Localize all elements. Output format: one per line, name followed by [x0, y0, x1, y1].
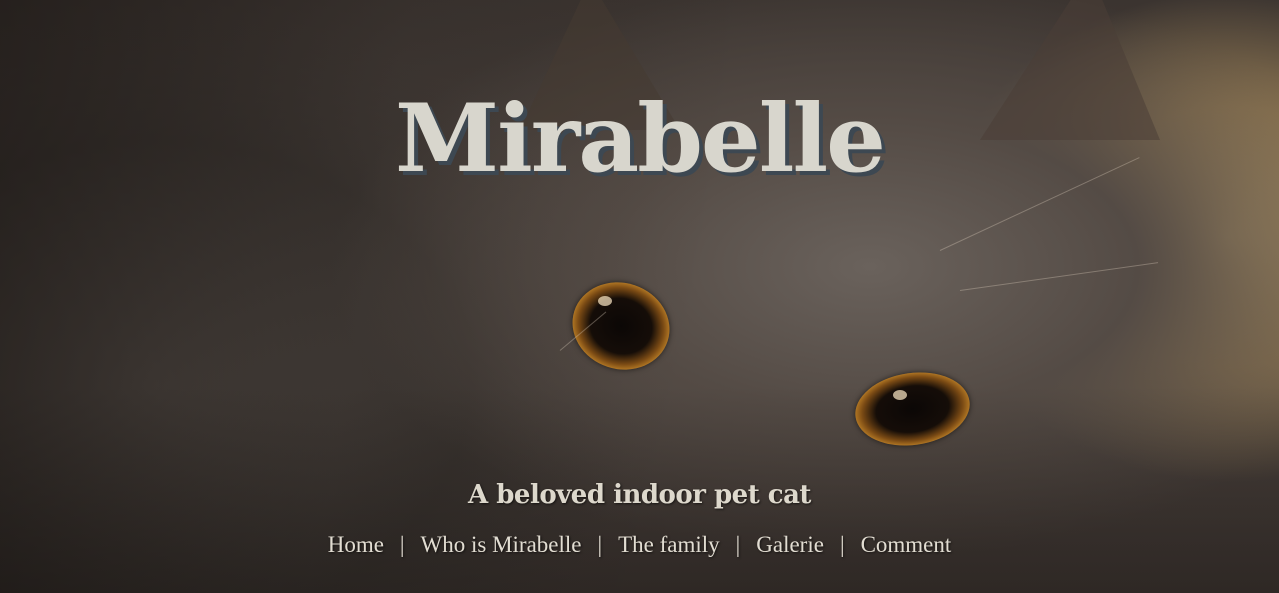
- nav-item-comment[interactable]: Comment: [861, 532, 952, 558]
- hero-header: Mirabelle A beloved indoor pet cat Home …: [0, 0, 1279, 593]
- nav-item-galerie[interactable]: Galerie: [756, 532, 824, 558]
- site-tagline: A beloved indoor pet cat: [468, 480, 811, 510]
- nav-item-who-is-mirabelle[interactable]: Who is Mirabelle: [421, 532, 582, 558]
- nav-item-home[interactable]: Home: [328, 532, 384, 558]
- cat-eye-glint-right: [893, 390, 907, 400]
- nav-separator: |: [399, 532, 405, 557]
- site-title[interactable]: Mirabelle: [0, 87, 1279, 191]
- nav-item-the-family[interactable]: The family: [618, 532, 720, 558]
- nav-separator: |: [839, 532, 845, 557]
- cat-eye-glint-left: [598, 296, 612, 306]
- main-navigation: Home | Who is Mirabelle | The family | G…: [0, 532, 1279, 558]
- nav-separator: |: [735, 532, 741, 557]
- nav-separator: |: [597, 532, 603, 557]
